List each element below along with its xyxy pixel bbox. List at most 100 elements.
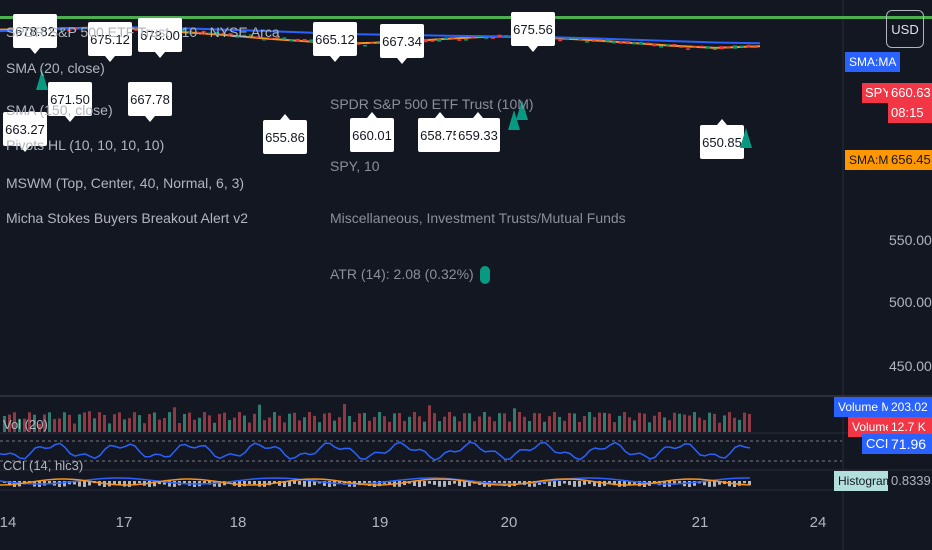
volume-bar bbox=[68, 414, 71, 432]
pivot-label-text: 663.27 bbox=[5, 122, 45, 137]
volume-bar bbox=[653, 415, 656, 432]
volume-bar bbox=[438, 421, 441, 432]
volume-bar bbox=[528, 421, 531, 432]
currency-button[interactable]: USD bbox=[886, 10, 924, 48]
histogram-bar bbox=[443, 481, 446, 487]
volume-bar bbox=[413, 412, 416, 432]
histogram-bar bbox=[303, 481, 306, 487]
volume-bar bbox=[313, 415, 316, 432]
pivot-label-text: 665.12 bbox=[315, 32, 355, 47]
x-tick-label: 14 bbox=[0, 514, 16, 531]
volume-bar bbox=[173, 407, 176, 432]
volume-bar bbox=[533, 413, 536, 432]
volume-bar bbox=[183, 414, 186, 432]
volume-bar bbox=[298, 420, 301, 432]
volume-bar bbox=[578, 421, 581, 432]
volume-bar bbox=[253, 413, 256, 432]
volume-bar bbox=[368, 420, 371, 432]
histogram-bar bbox=[438, 481, 441, 487]
volume-bar bbox=[743, 412, 746, 432]
candle bbox=[302, 39, 307, 42]
volume-bar bbox=[508, 421, 511, 432]
histogram-bar bbox=[173, 481, 176, 487]
histogram-bar bbox=[258, 481, 261, 487]
pivot-label-text: 655.86 bbox=[265, 130, 305, 145]
pivot-pointer bbox=[435, 112, 445, 118]
pivot-label-text: 667.78 bbox=[130, 92, 170, 107]
candle bbox=[430, 40, 435, 42]
cci-pane-label[interactable]: CCI (14, hlc3) bbox=[3, 458, 83, 473]
candle bbox=[638, 41, 643, 45]
legend-sma150[interactable]: SMA (150, close) bbox=[6, 102, 113, 118]
sma-ma-tag-top: SMA:MA bbox=[845, 52, 901, 72]
volume-bar bbox=[488, 416, 491, 432]
histogram-bar bbox=[563, 481, 566, 484]
candle bbox=[618, 41, 623, 44]
volume-bar bbox=[693, 412, 696, 432]
candle bbox=[464, 39, 468, 41]
legend-pivots[interactable]: Pivots HL (10, 10, 10, 10) bbox=[6, 137, 164, 153]
candle bbox=[585, 41, 590, 43]
volume-bar bbox=[303, 417, 306, 432]
volume-bar bbox=[538, 413, 541, 432]
volume-ma-value: 203.02 K bbox=[888, 397, 932, 417]
volume-bar bbox=[418, 416, 421, 432]
symbol-title[interactable]: SPDR S&P 500 ETF Trust · 10 · NYSE Arca bbox=[6, 24, 280, 40]
candle bbox=[376, 41, 381, 43]
pivot-label-text: 660.01 bbox=[352, 128, 392, 143]
volume-bar bbox=[123, 419, 126, 432]
volume-bar bbox=[293, 412, 296, 432]
volume-bar bbox=[233, 417, 236, 432]
volume-bar bbox=[463, 413, 466, 432]
info-ticker: SPY, 10 bbox=[330, 158, 380, 174]
volume-bar bbox=[248, 422, 251, 432]
histogram-bar bbox=[118, 481, 121, 485]
volume-bar bbox=[658, 412, 661, 432]
volume-bar bbox=[673, 412, 676, 432]
volume-bar bbox=[398, 413, 401, 432]
volume-bar bbox=[128, 418, 131, 432]
pivot-pointer bbox=[367, 112, 377, 118]
x-tick-label: 19 bbox=[372, 514, 389, 531]
histogram-bar bbox=[293, 481, 296, 484]
candle bbox=[632, 42, 637, 45]
pivot-label-text: 675.56 bbox=[513, 22, 553, 37]
legend-mswm[interactable]: MSWM (Top, Center, 40, Normal, 6, 3) bbox=[6, 175, 244, 191]
volume-bar bbox=[568, 412, 571, 432]
vol-pane-label[interactable]: Vol (20) bbox=[3, 417, 48, 432]
legend-micha-stokes[interactable]: Micha Stokes Buyers Breakout Alert v2 bbox=[6, 210, 248, 226]
pivot-pointer bbox=[155, 52, 165, 58]
x-tick-label: 20 bbox=[501, 514, 518, 531]
volume-bar bbox=[193, 419, 196, 432]
pivot-pointer bbox=[473, 112, 483, 118]
pivot-pointer bbox=[105, 56, 115, 62]
histogram-bar bbox=[248, 481, 251, 485]
candle bbox=[712, 48, 717, 50]
volume-bar bbox=[53, 419, 56, 432]
volume-bar bbox=[348, 415, 351, 432]
candle bbox=[706, 46, 711, 49]
volume-bar bbox=[648, 422, 651, 432]
volume-bar bbox=[443, 416, 446, 432]
volume-bar bbox=[158, 419, 161, 432]
spy-label-tag: SPY bbox=[862, 83, 891, 103]
volume-bar bbox=[703, 420, 706, 432]
histogram-bar bbox=[558, 481, 561, 486]
histogram-bar bbox=[58, 481, 61, 487]
volume-bar bbox=[468, 413, 471, 432]
info-category: Miscellaneous, Investment Trusts/Mutual … bbox=[330, 210, 626, 226]
pivot-pointer bbox=[397, 58, 407, 64]
volume-bar bbox=[683, 414, 686, 432]
candle bbox=[504, 35, 509, 37]
histogram-bar bbox=[308, 481, 311, 487]
volume-bar bbox=[333, 420, 336, 432]
candle bbox=[733, 45, 738, 49]
candle bbox=[686, 48, 690, 50]
volume-bar bbox=[668, 420, 671, 432]
volume-bar bbox=[663, 417, 666, 432]
histogram-bar bbox=[298, 481, 301, 485]
candle bbox=[484, 37, 489, 39]
volume-bar bbox=[108, 423, 111, 432]
price-scale-550: 550.00 bbox=[889, 232, 932, 248]
legend-sma20[interactable]: SMA (20, close) bbox=[6, 60, 105, 76]
